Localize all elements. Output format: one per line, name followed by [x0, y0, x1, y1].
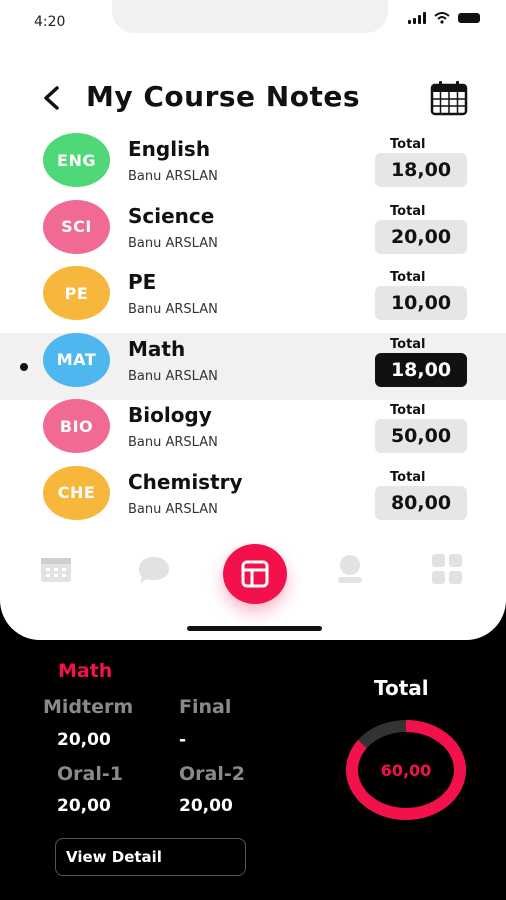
course-avatar: SCI — [43, 199, 110, 254]
total-score: 80,00 — [375, 485, 467, 520]
total-score: 20,00 — [375, 219, 467, 254]
teacher-name: Banu ARSLAN — [128, 302, 218, 317]
view-detail-button[interactable]: View Detail — [55, 838, 246, 876]
chat-icon[interactable] — [137, 552, 171, 586]
oral1-label: Oral-1 — [57, 763, 123, 785]
home-indicator — [187, 626, 322, 631]
course-row[interactable]: PE PE Banu ARSLAN Total 10,00 — [0, 266, 506, 333]
page-title: My Course Notes — [86, 80, 361, 113]
teacher-name: Banu ARSLAN — [128, 501, 218, 517]
status-icons — [408, 12, 480, 24]
total-label: Total — [390, 270, 426, 285]
course-row[interactable]: SCI Science Banu ARSLAN Total 20,00 — [0, 199, 506, 267]
oral2-value: 20,00 — [179, 796, 233, 816]
course-avatar: MAT — [43, 332, 110, 387]
course-avatar: ENG — [43, 133, 110, 187]
course-row[interactable]: ENG English Banu ARSLAN Total 18,00 — [0, 133, 506, 200]
total-value: 60,00 — [381, 761, 432, 780]
detail-subject: Math — [58, 660, 113, 682]
course-name: PE — [128, 270, 157, 294]
wifi-icon — [434, 12, 450, 24]
course-name: English — [128, 137, 211, 161]
total-score: 10,00 — [375, 286, 467, 320]
course-row[interactable]: MAT Math Banu ARSLAN Total 18,00 — [0, 332, 506, 400]
course-name: Biology — [128, 403, 212, 427]
total-score: 18,00 — [375, 153, 467, 187]
grid-icon[interactable] — [430, 552, 464, 586]
course-row[interactable]: CHE Chemistry Banu ARSLAN Total 80,00 — [0, 465, 506, 533]
total-label: Total — [390, 137, 426, 152]
notes-icon — [241, 560, 269, 588]
notch — [112, 0, 388, 33]
course-avatar: PE — [43, 266, 110, 320]
course-name: Chemistry — [128, 469, 243, 494]
total-label: Total — [390, 403, 426, 418]
total-label: Total — [390, 336, 426, 352]
tab-notes[interactable] — [223, 544, 287, 604]
tab-bar — [0, 540, 506, 604]
course-name: Math — [128, 336, 186, 361]
teacher-name: Banu ARSLAN — [128, 368, 218, 384]
calendar-icon[interactable] — [39, 552, 73, 586]
final-label: Final — [179, 696, 232, 718]
course-avatar: BIO — [43, 399, 110, 453]
total-label: Total — [390, 203, 426, 219]
calendar-icon[interactable] — [430, 80, 468, 116]
course-avatar: CHE — [43, 465, 110, 520]
midterm-value: 20,00 — [57, 730, 111, 750]
teacher-name: Banu ARSLAN — [128, 435, 218, 450]
selected-bullet-icon — [20, 362, 28, 371]
teacher-name: Banu ARSLAN — [128, 235, 218, 251]
final-value: - — [179, 730, 187, 750]
phone-screen: 4:20 My Course Notes ENG English Banu ARSL… — [0, 0, 506, 640]
total-donut: 60,00 — [346, 720, 466, 820]
course-row[interactable]: BIO Biology Banu ARSLAN Total 50,00 — [0, 399, 506, 466]
teacher-name: Banu ARSLAN — [128, 169, 218, 184]
midterm-label: Midterm — [43, 696, 134, 718]
user-icon[interactable] — [333, 552, 367, 586]
total-score: 50,00 — [375, 419, 467, 453]
oral2-label: Oral-2 — [179, 763, 245, 785]
back-chevron-icon[interactable] — [38, 84, 66, 112]
oral1-value: 20,00 — [57, 796, 111, 816]
total-score: 18,00 — [375, 352, 467, 387]
battery-icon — [458, 13, 480, 23]
total-label: Total — [390, 469, 426, 485]
signal-icon — [408, 12, 426, 24]
course-name: Science — [128, 203, 215, 228]
total-heading: Total — [374, 676, 429, 700]
status-time: 4:20 — [34, 14, 66, 30]
